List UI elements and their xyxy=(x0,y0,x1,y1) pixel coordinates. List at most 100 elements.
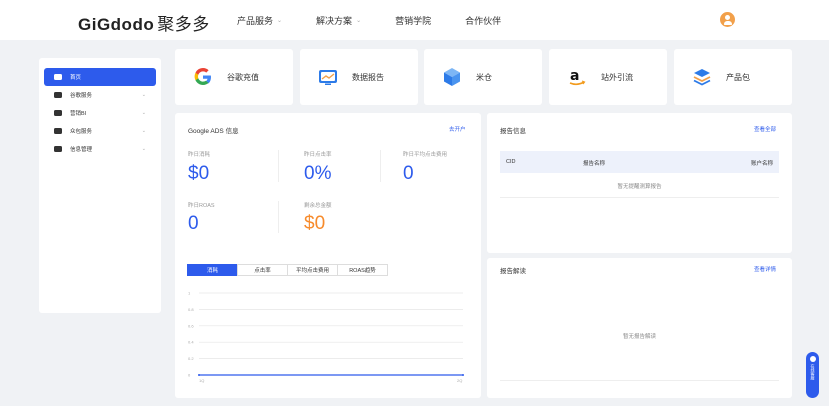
metric-label: 剩余总金额 xyxy=(304,203,332,209)
trend-chart-svg: 0 0.2 0.4 0.6 0.8 1 1Q 2Q xyxy=(188,291,464,383)
logo-cn: 聚多多 xyxy=(157,15,210,34)
user-avatar-icon[interactable] xyxy=(720,12,735,27)
metric-label: 昨日消耗 xyxy=(188,152,211,158)
chevron-down-icon: ⌄ xyxy=(141,92,146,98)
metric-value: 0 xyxy=(403,163,414,184)
sidebar-item-home[interactable]: 首页 xyxy=(44,68,156,86)
empty-state: 暂无报告解读 xyxy=(622,334,656,340)
y-tick-label: 0.6 xyxy=(188,323,194,328)
chevron-down-icon: ⌄ xyxy=(141,146,146,152)
metric-value: 0 xyxy=(188,213,199,234)
sidebar-item-info[interactable]: 信息管理 ⌄ xyxy=(44,140,156,158)
google-icon xyxy=(193,67,213,87)
sidebar-item-label: 众包服务 xyxy=(70,129,93,135)
home-icon xyxy=(54,74,62,80)
view-all-link[interactable]: 查看全部 xyxy=(754,125,776,133)
online-service-label: 在线客服 xyxy=(810,364,816,380)
service-label: 谷歌充值 xyxy=(227,72,259,82)
top-bar: GiGdodo 聚多多 产品服务 ⌄ 解决方案 ⌄ 营销学院 合作伙伴 xyxy=(0,0,829,40)
gear-icon xyxy=(54,146,62,152)
y-tick-label: 0.2 xyxy=(188,356,194,361)
divider xyxy=(278,201,279,233)
bi-icon xyxy=(54,110,62,116)
column-header: CID xyxy=(506,159,516,165)
x-tick-label: 1Q xyxy=(199,378,204,383)
service-card-micang[interactable]: 米仓 xyxy=(424,49,542,105)
chevron-down-icon: ⌄ xyxy=(141,110,146,116)
column-header: 账户名称 xyxy=(750,161,773,167)
report-icon xyxy=(318,67,338,87)
divider xyxy=(500,380,779,381)
service-label: 米仓 xyxy=(476,72,492,82)
sidebar-item-google[interactable]: 谷歌服务 ⌄ xyxy=(44,86,156,104)
service-card-data-report[interactable]: 数据报告 xyxy=(300,49,418,105)
y-tick-label: 0 xyxy=(188,373,191,378)
sidebar-item-label: 首页 xyxy=(70,75,82,81)
metric-value: $0 xyxy=(188,163,210,184)
service-label: 产品包 xyxy=(726,72,750,82)
sidebar-item-label: 谷歌服务 xyxy=(70,93,93,99)
nav-products[interactable]: 产品服务 ⌄ xyxy=(237,14,282,27)
sidebar-item-label: 营销BI xyxy=(70,111,87,117)
metric-value: 0% xyxy=(304,163,332,184)
metric-label: 昨日点击率 xyxy=(304,152,332,158)
nav-solutions[interactable]: 解决方案 ⌄ xyxy=(316,14,361,27)
layers-icon xyxy=(692,67,712,87)
tab-spend[interactable]: 消耗 xyxy=(187,264,238,276)
panel-title: 报告信息 xyxy=(500,128,526,135)
google-icon xyxy=(54,92,62,98)
nav-partners[interactable]: 合作伙伴 xyxy=(465,14,501,27)
tab-ctr[interactable]: 点击率 xyxy=(237,264,288,276)
chat-icon xyxy=(809,356,816,362)
metric-label: 昨日ROAS xyxy=(188,203,215,209)
report-table-header: CID 报告名称 账户名称 xyxy=(500,151,779,173)
nav-label: 产品服务 xyxy=(237,16,274,26)
column-header: 报告名称 xyxy=(583,161,606,167)
y-tick-label: 1 xyxy=(188,291,191,296)
service-card-product-package[interactable]: 产品包 xyxy=(674,49,792,105)
report-interpretation-panel xyxy=(487,258,792,398)
y-tick-label: 0.4 xyxy=(188,340,194,345)
amazon-icon: a xyxy=(567,67,587,87)
empty-state: 暂无提醒测算报告 xyxy=(617,184,662,190)
service-label: 数据报告 xyxy=(352,72,384,82)
divider xyxy=(380,150,381,182)
cube-icon xyxy=(442,67,462,87)
metric-value: $0 xyxy=(304,213,326,234)
sidebar-item-label: 信息管理 xyxy=(70,147,93,153)
x-tick-label: 2Q xyxy=(457,378,462,383)
open-account-link[interactable]: 去开户 xyxy=(449,125,466,133)
svg-text:a: a xyxy=(570,68,579,84)
tab-avg-cpc[interactable]: 平均点击费用 xyxy=(287,264,338,276)
sidebar: 首页 谷歌服务 ⌄ 营销BI ⌄ 众包服务 ⌄ 信息管理 ⌄ xyxy=(39,58,161,313)
nav-label: 营销学院 xyxy=(395,16,432,26)
service-card-google-recharge[interactable]: 谷歌充值 xyxy=(175,49,293,105)
tab-roas[interactable]: ROAS趋势 xyxy=(337,264,388,276)
panel-title: 报告解读 xyxy=(500,268,526,275)
nav-academy[interactable]: 营销学院 xyxy=(395,14,431,27)
divider xyxy=(278,150,279,182)
logo[interactable]: GiGdodo 聚多多 xyxy=(78,10,210,35)
view-details-link[interactable]: 查看详情 xyxy=(754,265,776,273)
metric-label: 昨日平均点击费用 xyxy=(403,152,448,158)
service-label: 站外引流 xyxy=(601,72,633,82)
data-point xyxy=(198,374,200,376)
divider xyxy=(500,197,779,198)
nav-label: 合作伙伴 xyxy=(465,16,502,26)
panel-title: Google ADS 信息 xyxy=(188,128,239,135)
users-icon xyxy=(54,128,62,134)
logo-latin: GiGdodo xyxy=(78,15,155,34)
nav-label: 解决方案 xyxy=(316,16,353,26)
chevron-down-icon: ⌄ xyxy=(356,18,362,24)
sidebar-item-crowdsource[interactable]: 众包服务 ⌄ xyxy=(44,122,156,140)
sidebar-item-bi[interactable]: 营销BI ⌄ xyxy=(44,104,156,122)
trend-chart: 0 0.2 0.4 0.6 0.8 1 1Q 2Q xyxy=(185,285,475,385)
y-tick-label: 0.8 xyxy=(188,307,194,312)
service-card-offsite-traffic[interactable]: a 站外引流 xyxy=(549,49,667,105)
chart-tabs: 消耗 点击率 平均点击费用 ROAS趋势 xyxy=(187,264,388,276)
online-service-button[interactable]: 在线客服 xyxy=(806,352,819,398)
main-nav: 产品服务 ⌄ 解决方案 ⌄ 营销学院 合作伙伴 xyxy=(237,14,535,27)
chevron-down-icon: ⌄ xyxy=(141,128,146,134)
chevron-down-icon: ⌄ xyxy=(277,18,283,24)
data-point xyxy=(462,374,464,376)
